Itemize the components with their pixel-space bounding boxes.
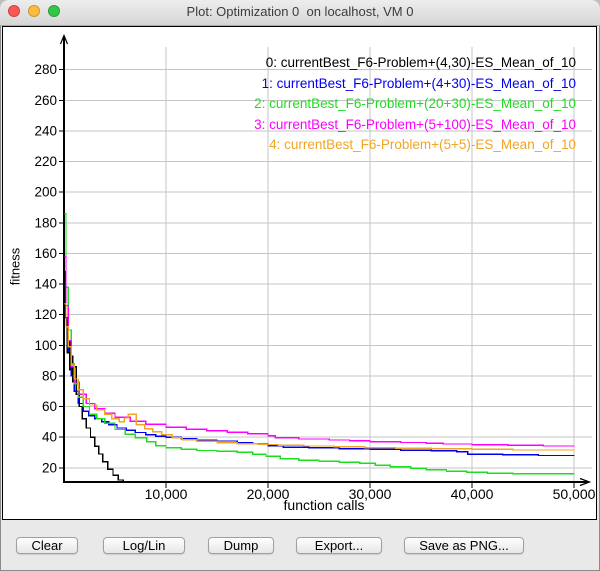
y-axis-title: fitness (8, 237, 23, 297)
save-as-png-button[interactable]: Save as PNG... (404, 537, 524, 554)
legend-item-4: 4: currentBest_F6-Problem+(5+5)-ES_Mean_… (254, 135, 576, 156)
y-tick-label: 160 (34, 246, 57, 261)
legend-item-3: 3: currentBest_F6-Problem+(5+100)-ES_Mea… (254, 115, 576, 136)
x-axis-title: function calls (224, 497, 424, 513)
series-line-1 (64, 286, 574, 457)
y-tick-label: 80 (42, 368, 57, 383)
y-tick-label: 280 (34, 62, 57, 77)
x-tick-label: 40,000 (451, 486, 494, 502)
titlebar[interactable]: Plot: Optimization 0 on localhost, VM 0 (0, 0, 600, 26)
y-tick-label: 60 (42, 399, 57, 414)
export-button[interactable]: Export... (296, 537, 382, 554)
y-tick-label: 120 (34, 307, 57, 322)
y-tick-label: 140 (34, 277, 57, 292)
y-tick-label: 20 (42, 460, 57, 475)
plot-panel: 20 40 60 80 100 120 140 160 180 200 220 240 260 280 10… (2, 26, 597, 520)
y-tick-label: 180 (34, 215, 57, 230)
y-tick-label: 240 (34, 123, 57, 138)
series-line-4 (64, 304, 574, 451)
legend-item-0: 0: currentBest_F6-Problem+(4,30)-ES_Mean… (254, 53, 576, 74)
plot-window: Plot: Optimization 0 on localhost, VM 0 … (0, 0, 600, 571)
y-tick-label: 260 (34, 93, 57, 108)
legend-item-2: 2: currentBest_F6-Problem+(20+30)-ES_Mea… (254, 94, 576, 115)
x-tick-label: 50,000 (553, 486, 596, 502)
y-tick-label: 40 (42, 430, 57, 445)
series-line-2 (64, 214, 574, 474)
dump-button[interactable]: Dump (208, 537, 274, 554)
y-tick-label: 220 (34, 154, 57, 169)
log-lin-button[interactable]: Log/Lin (103, 537, 185, 554)
y-tick-label: 100 (34, 338, 57, 353)
y-tick-label: 200 (34, 185, 57, 200)
x-tick-label: 10,000 (145, 486, 188, 502)
clear-button[interactable]: Clear (16, 537, 78, 554)
series-line-3 (64, 257, 574, 447)
legend: 0: currentBest_F6-Problem+(4,30)-ES_Mean… (254, 53, 576, 156)
legend-item-1: 1: currentBest_F6-Problem+(4+30)-ES_Mean… (254, 74, 576, 95)
window-title: Plot: Optimization 0 on localhost, VM 0 (0, 4, 600, 19)
